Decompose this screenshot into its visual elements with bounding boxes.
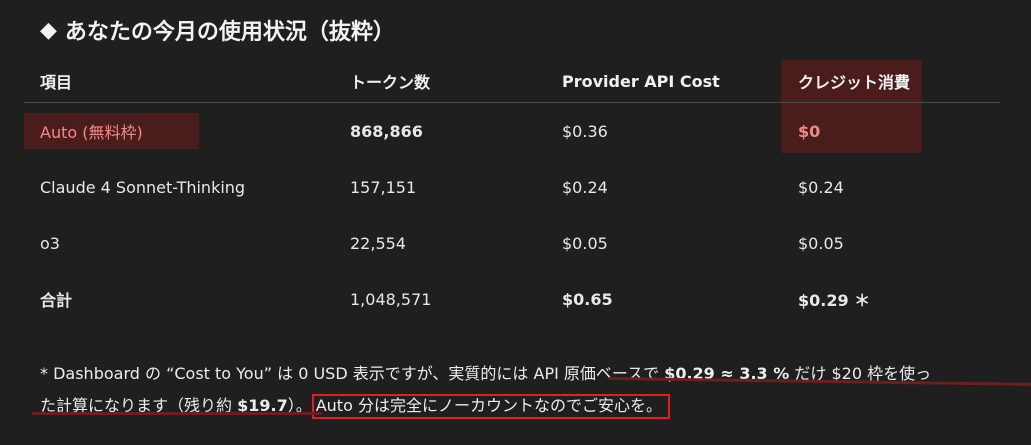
- cell-item: 合計: [40, 291, 73, 310]
- header-tokens: トークン数: [350, 73, 431, 92]
- table-row: Claude 4 Sonnet-Thinking 157,151 $0.24 $…: [24, 159, 1000, 215]
- cell-api-cost: $0.05: [562, 233, 608, 253]
- cell-api-cost: $0.65: [562, 289, 613, 309]
- footnote-line-1: * Dashboard の “Cost to You” は 0 USD 表示です…: [40, 358, 1031, 390]
- table-total-row: 合計 1,048,571 $0.65 $0.29 ＊: [24, 271, 1000, 327]
- cell-credit: $0.29 ＊: [798, 291, 871, 310]
- table-row: o3 22,554 $0.05 $0.05: [24, 215, 1000, 271]
- emphasis-underline: [32, 412, 322, 415]
- usage-table: 項目 トークン数 Provider API Cost クレジット消費 Auto …: [24, 60, 1000, 327]
- cell-tokens: 22,554: [350, 233, 406, 253]
- footnote-text: * Dashboard の “Cost to You” は 0 USD 表示です…: [40, 364, 665, 383]
- cell-tokens: 1,048,571: [350, 289, 432, 309]
- cell-credit: $0.24: [798, 177, 844, 197]
- boxed-note: Auto 分は完全にノーカウントなのでご安心を。: [311, 394, 670, 419]
- cell-tokens: 157,151: [350, 177, 417, 197]
- cell-tokens: 868,866: [350, 121, 423, 141]
- cell-item: o3: [40, 233, 60, 253]
- cell-item: Auto (無料枠): [40, 123, 143, 142]
- footnote-line-2: た計算になります（残り約 $19.7）。 Auto 分は完全にノーカウントなのでご…: [32, 390, 1000, 422]
- header-credit: クレジット消費: [798, 73, 911, 92]
- diamond-icon: ◆: [40, 17, 57, 43]
- cell-api-cost: $0.24: [562, 177, 608, 197]
- section-heading: ◆ あなたの今月の使用状況（抜粋）: [40, 14, 395, 46]
- table-header-row: 項目 トークン数 Provider API Cost クレジット消費: [24, 60, 1000, 103]
- cell-credit: $0.05: [798, 233, 844, 253]
- header-item: 項目: [40, 73, 73, 92]
- footnote: * Dashboard の “Cost to You” は 0 USD 表示です…: [32, 358, 1031, 422]
- cell-credit: $0: [798, 121, 821, 141]
- cell-item: Claude 4 Sonnet-Thinking: [40, 177, 246, 197]
- table-row: Auto (無料枠) 868,866 $0.36 $0: [24, 103, 1000, 159]
- header-api-cost: Provider API Cost: [562, 71, 720, 91]
- heading-text: あなたの今月の使用状況（抜粋）: [64, 20, 395, 45]
- cell-api-cost: $0.36: [562, 121, 608, 141]
